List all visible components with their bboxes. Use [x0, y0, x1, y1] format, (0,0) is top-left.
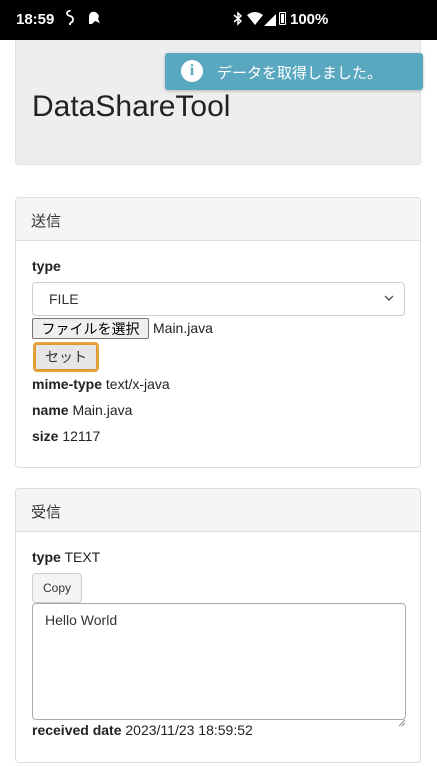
assistant-icon	[86, 10, 102, 26]
size-value: 12117	[62, 428, 101, 444]
bluetooth-icon	[233, 11, 243, 30]
info-icon: i	[181, 60, 203, 82]
status-time: 18:59	[16, 11, 55, 28]
send-heading-text: 送信	[31, 212, 62, 230]
resize-grip-icon[interactable]	[398, 711, 406, 727]
received-date-value: 2023/11/23 18:59:52	[125, 722, 253, 738]
send-type-label: type	[32, 258, 61, 274]
send-panel: 送信 type FILE ファイルを選択 Main.java セット mime-…	[15, 197, 421, 468]
receive-heading-text: 受信	[31, 503, 62, 521]
size-row: size 12117	[32, 428, 100, 444]
name-row: name Main.java	[32, 402, 132, 418]
receive-type-value: TEXT	[64, 549, 101, 565]
mime-type-label: mime-type	[32, 376, 103, 392]
copy-button[interactable]: Copy	[32, 573, 82, 603]
size-label: size	[32, 428, 59, 444]
receive-type-label: type	[32, 549, 61, 565]
battery-icon	[279, 12, 286, 25]
app-title: DataShareTool	[32, 90, 231, 123]
received-date-row: received date 2023/11/23 18:59:52	[32, 722, 253, 738]
wifi-icon	[247, 12, 263, 26]
received-text-area[interactable]: Hello World	[32, 603, 406, 720]
sim-icon	[64, 10, 76, 29]
chevron-down-icon	[382, 290, 396, 304]
selected-file-name: Main.java	[153, 320, 213, 336]
toast-message: データを取得しました。	[217, 64, 383, 82]
signal-icon	[264, 13, 276, 26]
battery-percent: 100%	[290, 11, 329, 28]
mime-type-row: mime-type text/x-java	[32, 376, 170, 392]
receive-panel: 受信 type TEXT Copy Hello World received d…	[15, 488, 421, 763]
received-date-label: received date	[32, 722, 122, 738]
receive-panel-heading: 受信	[16, 489, 420, 532]
type-select[interactable]: FILE	[32, 282, 405, 316]
name-value: Main.java	[72, 402, 133, 418]
status-bar: 18:59 100%	[0, 0, 437, 40]
type-select-value: FILE	[49, 291, 79, 307]
mime-type-value: text/x-java	[105, 376, 170, 392]
choose-file-button[interactable]: ファイルを選択	[32, 318, 149, 339]
send-panel-heading: 送信	[16, 198, 420, 241]
toast-notification[interactable]: i データを取得しました。	[165, 53, 423, 90]
set-button[interactable]: セット	[33, 342, 99, 372]
receive-type-row: type TEXT	[32, 549, 100, 565]
name-label: name	[32, 402, 69, 418]
